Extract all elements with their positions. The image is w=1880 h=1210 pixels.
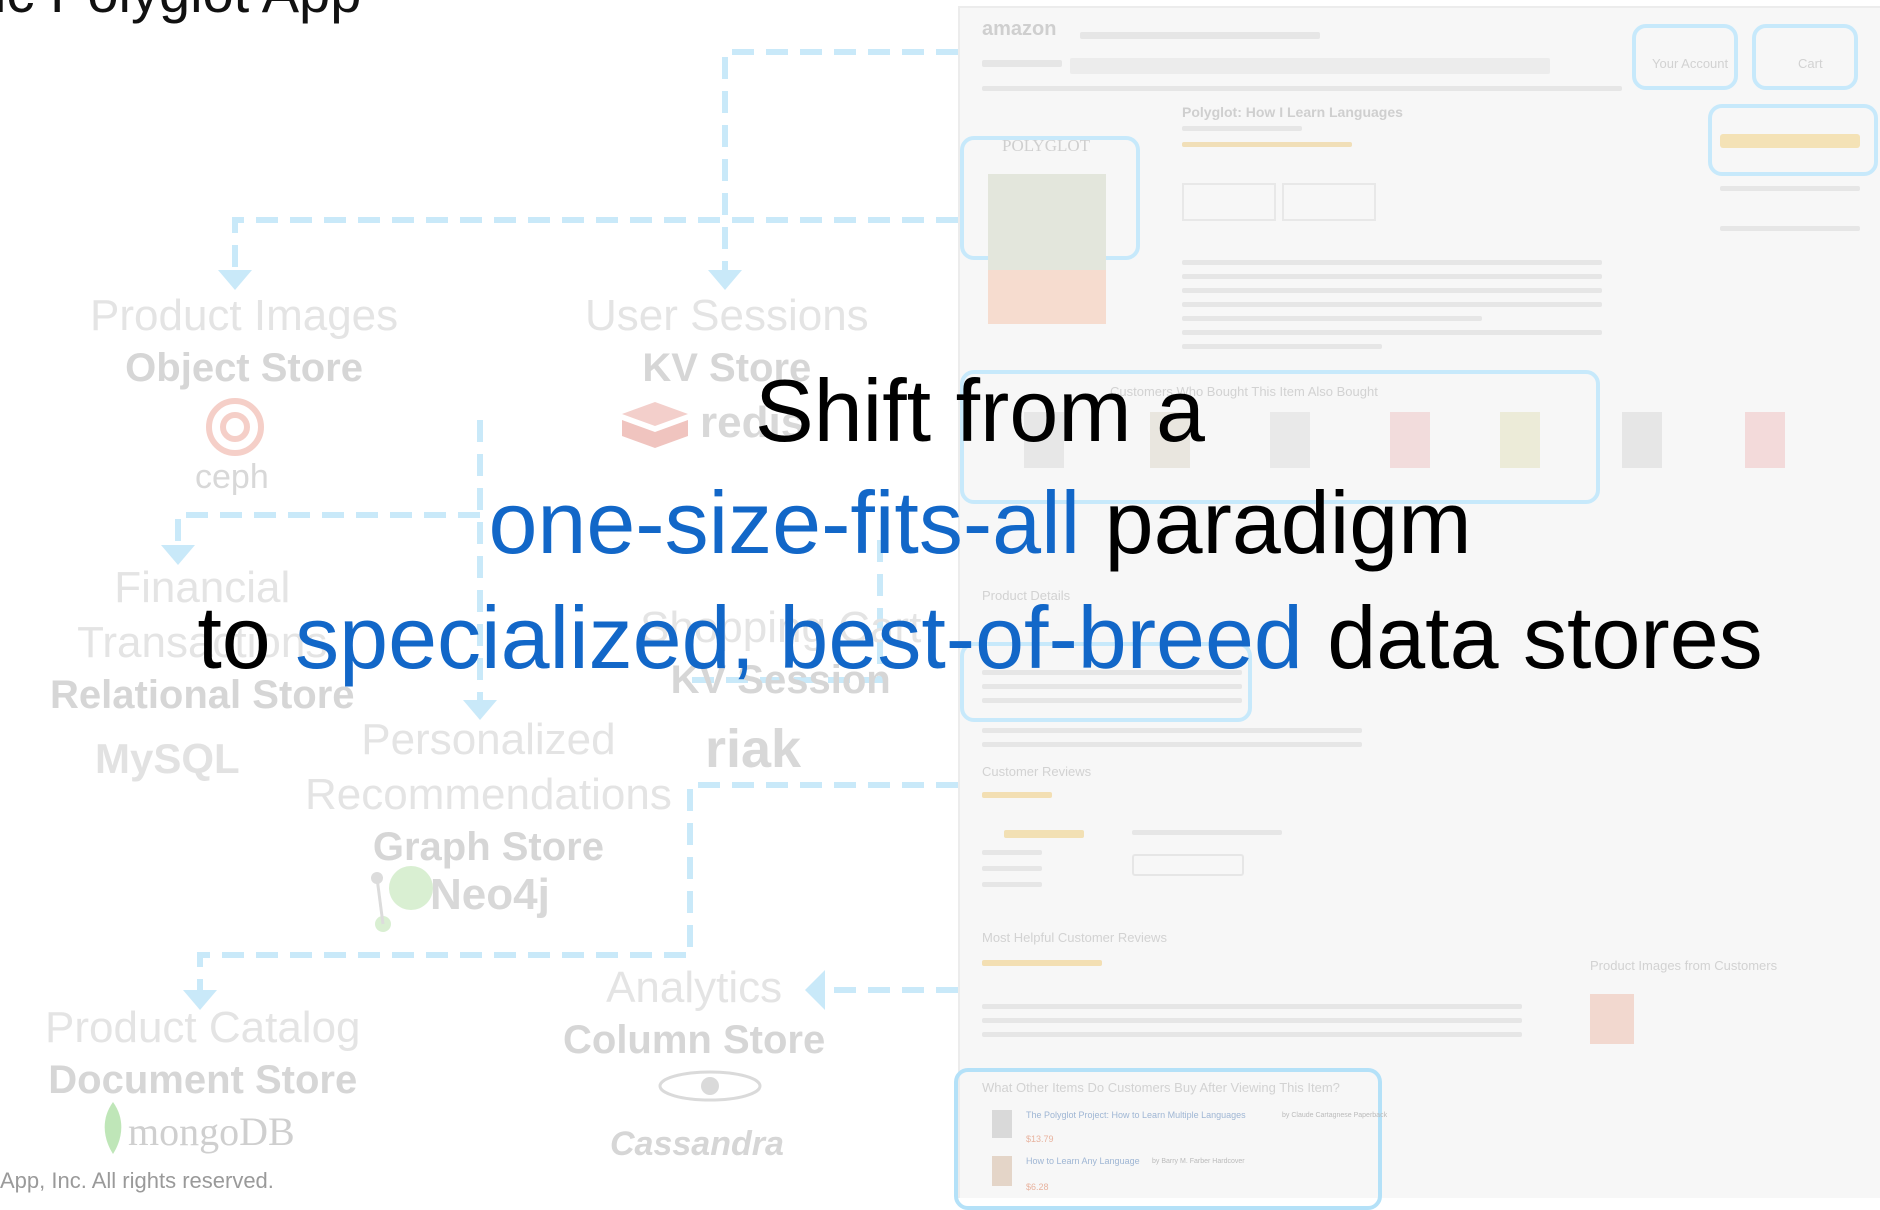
- account-link: Your Account: [1652, 56, 1729, 71]
- neo4j-logo-label: Neo4j: [430, 870, 550, 919]
- customer-images-header: Product Images from Customers: [1590, 958, 1778, 973]
- also-viewed-item-2-price: $6.28: [1026, 1182, 1049, 1192]
- mongodb-leaf-icon: [100, 1100, 126, 1161]
- also-viewed-item-2-author: by Barry M. Farber Hardcover: [1152, 1158, 1245, 1165]
- also-viewed-item-2-title: How to Learn Any Language: [1026, 1156, 1140, 1166]
- customer-reviews-header: Customer Reviews: [982, 764, 1092, 779]
- cart-link: Cart: [1798, 56, 1823, 71]
- analytics-store: Analytics Column Store: [563, 963, 826, 1062]
- neo4j-logo-icon: [365, 860, 435, 945]
- headline-paradigm: paradigm: [1080, 473, 1472, 572]
- headline-line-2: one-size-fits-all paradigm: [0, 472, 1880, 574]
- product-catalog-store: Product Catalog Document Store: [45, 1003, 361, 1102]
- also-viewed-item-1-title: The Polyglot Project: How to Learn Multi…: [1026, 1110, 1246, 1120]
- headline-line-1: Shift from a: [755, 361, 1205, 460]
- cassandra-logo-label: Cassandra: [610, 1125, 784, 1163]
- copyright-footer: App, Inc. All rights reserved.: [0, 1168, 274, 1193]
- headline-line-3: to specialized, best-of-breed data store…: [0, 587, 1880, 689]
- headline-to: to: [197, 588, 296, 687]
- headline-specialized: specialized, best-of-breed: [295, 588, 1303, 687]
- also-viewed-item-1-price: $13.79: [1026, 1134, 1054, 1144]
- also-viewed-item-1-author: by Claude Cartagnese Paperback: [1282, 1112, 1388, 1119]
- mongodb-logo-label: mongoDB: [128, 1109, 295, 1154]
- recommendations-store: Personalized Recommendations Graph Store: [305, 715, 672, 869]
- riak-logo: riak: [705, 719, 802, 779]
- book-cover-text: POLYGLOT: [1002, 136, 1091, 155]
- headline-data-stores: data stores: [1302, 588, 1763, 687]
- also-viewed-header: What Other Items Do Customers Buy After …: [982, 1080, 1340, 1095]
- book-title: Polyglot: How I Learn Languages: [1182, 104, 1403, 120]
- cassandra-eye-icon: [655, 1060, 765, 1115]
- helpful-reviews-header: Most Helpful Customer Reviews: [982, 930, 1167, 945]
- mysql-logo: MySQL: [95, 735, 240, 782]
- amazon-logo: amazon: [982, 18, 1057, 40]
- headline-one-size-fits-all: one-size-fits-all: [488, 473, 1081, 572]
